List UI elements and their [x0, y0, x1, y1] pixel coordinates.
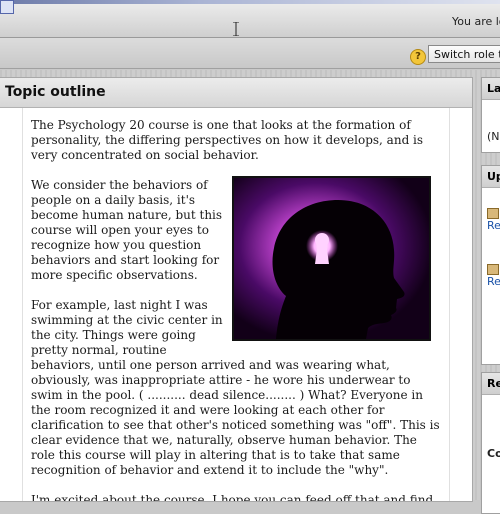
- page-header: You are logged in as: [0, 0, 500, 38]
- block-text: Co: [487, 447, 500, 460]
- keyhole-head-illustration: [234, 178, 429, 339]
- header-accent-strip: [0, 0, 500, 4]
- window-icon: [0, 0, 14, 14]
- section-right-gutter: [449, 108, 472, 501]
- topic-outline-panel: Topic outline The Psychology 20 course i…: [0, 77, 473, 502]
- panel-header: Topic outline: [0, 78, 472, 108]
- event-link[interactable]: Re: [482, 219, 500, 232]
- login-info: You are logged in as: [452, 15, 500, 28]
- summary-paragraph-4: I'm excited about the course. I hope you…: [31, 493, 434, 502]
- section-left-gutter: [0, 108, 23, 501]
- head-silhouette-keyhole-image: [232, 176, 431, 341]
- page-title: Topic outline: [5, 84, 106, 100]
- latest-news-block: La (N: [481, 77, 500, 153]
- text-cursor-icon: [233, 22, 239, 36]
- block-text: (N: [487, 130, 500, 143]
- event-link[interactable]: Re: [482, 275, 500, 288]
- course-summary: The Psychology 20 course is one that loo…: [31, 118, 441, 502]
- summary-paragraph-1: The Psychology 20 course is one that loo…: [31, 118, 424, 162]
- help-icon[interactable]: ?: [410, 49, 426, 65]
- block-header: Re: [482, 373, 500, 395]
- upcoming-events-block: Up Re Re: [481, 165, 500, 365]
- recent-activity-block: Re Co: [481, 372, 500, 514]
- event-icon: [487, 207, 499, 219]
- event-item[interactable]: [482, 206, 500, 219]
- block-header: La: [482, 78, 500, 100]
- event-item[interactable]: [482, 262, 500, 275]
- event-icon: [487, 263, 499, 275]
- switch-role-button[interactable]: Switch role to...: [428, 45, 500, 63]
- block-header: Up: [482, 166, 500, 188]
